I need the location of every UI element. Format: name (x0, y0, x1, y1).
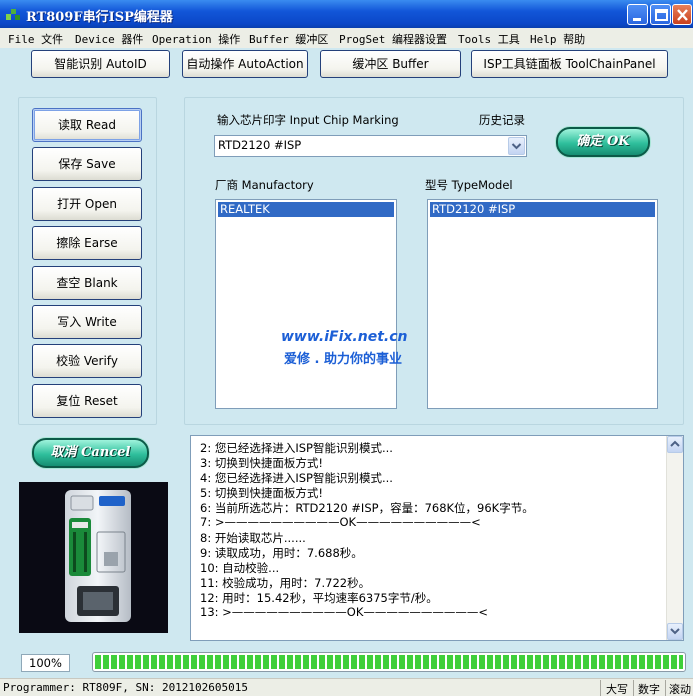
scroll-up-button[interactable] (667, 436, 683, 453)
reset-button[interactable]: 复位 Reset (32, 384, 142, 418)
open-button[interactable]: 打开 Open (32, 187, 142, 221)
read-button[interactable]: 读取 Read (32, 108, 142, 142)
num-indicator: 数字 (638, 683, 660, 696)
blank-button[interactable]: 查空 Blank (32, 266, 142, 300)
programmer-info: Programmer: RT809F, SN: 2012102605015 (3, 681, 249, 694)
chevron-down-icon (670, 628, 680, 635)
window-title: RT809F串行ISP编程器 (26, 10, 173, 25)
minimize-button[interactable] (627, 4, 648, 25)
log-line: 3: 切换到快捷面板方式! (200, 456, 323, 470)
log-line: 12: 用时：15.42秒，平均速率6375字节/秒。 (200, 591, 438, 605)
status-separator (665, 680, 666, 696)
chip-marking-value: RTD2120 #ISP (218, 138, 302, 152)
scroll-down-button[interactable] (667, 623, 683, 640)
typemodel-item-selected[interactable]: RTD2120 #ISP (430, 202, 655, 217)
menu-device[interactable]: Device 器件 (75, 31, 143, 47)
progress-bar (92, 652, 686, 672)
log-line: 13: >——————————OK——————————< (200, 605, 489, 619)
toolchain-panel-button[interactable]: ISP工具链面板 ToolChainPanel (471, 50, 668, 78)
manufactory-list[interactable]: REALTEK (215, 199, 397, 409)
log-line: 7: >——————————OK——————————< (200, 515, 481, 529)
autoaction-button[interactable]: 自动操作 AutoAction (182, 50, 308, 78)
log-line: 4: 您已经选择进入ISP智能识别模式... (200, 471, 393, 485)
save-button[interactable]: 保存 Save (32, 147, 142, 181)
menu-buffer[interactable]: Buffer 缓冲区 (249, 31, 328, 47)
close-button[interactable] (672, 4, 692, 25)
chevron-up-icon (670, 440, 680, 447)
history-label: 历史记录 (479, 113, 525, 127)
chip-marking-combo[interactable]: RTD2120 #ISP (214, 135, 527, 157)
maximize-button[interactable] (650, 4, 671, 25)
menu-file[interactable]: File 文件 (8, 31, 63, 47)
programmer-device-image (19, 482, 168, 633)
menu-operation[interactable]: Operation 操作 (152, 31, 240, 47)
title-bar[interactable]: RT809F串行ISP编程器 (0, 0, 693, 28)
chip-marking-label: 输入芯片印字 Input Chip Marking (217, 113, 399, 127)
buffer-button[interactable]: 缓冲区 Buffer (320, 50, 461, 78)
manufactory-item-selected[interactable]: REALTEK (218, 202, 394, 217)
log-line: 8: 开始读取芯片...... (200, 531, 306, 545)
progress-percent: 100% (21, 654, 70, 672)
log-line: 6: 当前所选芯片：RTD2120 #ISP，容量：768K位，96K字节。 (200, 501, 534, 515)
manufactory-label: 厂商 Manufactory (215, 178, 314, 192)
menu-progset[interactable]: ProgSet 编程器设置 (339, 31, 447, 47)
menu-help[interactable]: Help 帮助 (530, 31, 585, 47)
status-separator (600, 680, 601, 696)
scroll-track[interactable] (667, 455, 683, 623)
log-line: 9: 读取成功，用时：7.688秒。 (200, 546, 363, 560)
cancel-button[interactable]: 取消 Cancel (32, 438, 149, 468)
log-output[interactable]: 2: 您已经选择进入ISP智能识别模式... 3: 切换到快捷面板方式! 4: … (190, 435, 684, 641)
close-icon (677, 9, 688, 21)
log-line: 5: 切换到快捷面板方式! (200, 486, 323, 500)
app-icon (6, 9, 20, 20)
chevron-down-icon (511, 143, 522, 150)
caps-indicator: 大写 (606, 683, 628, 696)
menu-bar: File 文件 Device 器件 Operation 操作 Buffer 缓冲… (0, 28, 693, 48)
client-area: 智能识别 AutoID 自动操作 AutoAction 缓冲区 Buffer I… (3, 48, 693, 678)
history-dropdown-button[interactable] (508, 137, 525, 155)
typemodel-list[interactable]: RTD2120 #ISP (427, 199, 658, 409)
ok-button[interactable]: 确定 OK (556, 127, 650, 157)
watermark-url: www.iFix.net.cn (281, 329, 408, 345)
autoid-button[interactable]: 智能识别 AutoID (31, 50, 170, 78)
menu-tools[interactable]: Tools 工具 (458, 31, 520, 47)
programmer-device-icon (19, 482, 168, 633)
log-line: 2: 您已经选择进入ISP智能识别模式... (200, 441, 393, 455)
watermark-slogan: 爱修 . 助力你的事业 (284, 352, 402, 367)
log-line: 10: 自动校验... (200, 561, 280, 575)
typemodel-label: 型号 TypeModel (425, 178, 513, 192)
status-bar: Programmer: RT809F, SN: 2012102605015 大写… (0, 678, 693, 696)
log-scrollbar[interactable] (666, 436, 683, 640)
status-separator (633, 680, 634, 696)
minimize-icon (633, 18, 641, 21)
maximize-icon (655, 9, 668, 21)
erase-button[interactable]: 擦除 Earse (32, 226, 142, 260)
log-line: 11: 校验成功，用时：7.722秒。 (200, 576, 371, 590)
scroll-indicator: 滚动 (669, 683, 691, 696)
write-button[interactable]: 写入 Write (32, 305, 142, 339)
verify-button[interactable]: 校验 Verify (32, 344, 142, 378)
progress-bar-fill (95, 655, 683, 669)
